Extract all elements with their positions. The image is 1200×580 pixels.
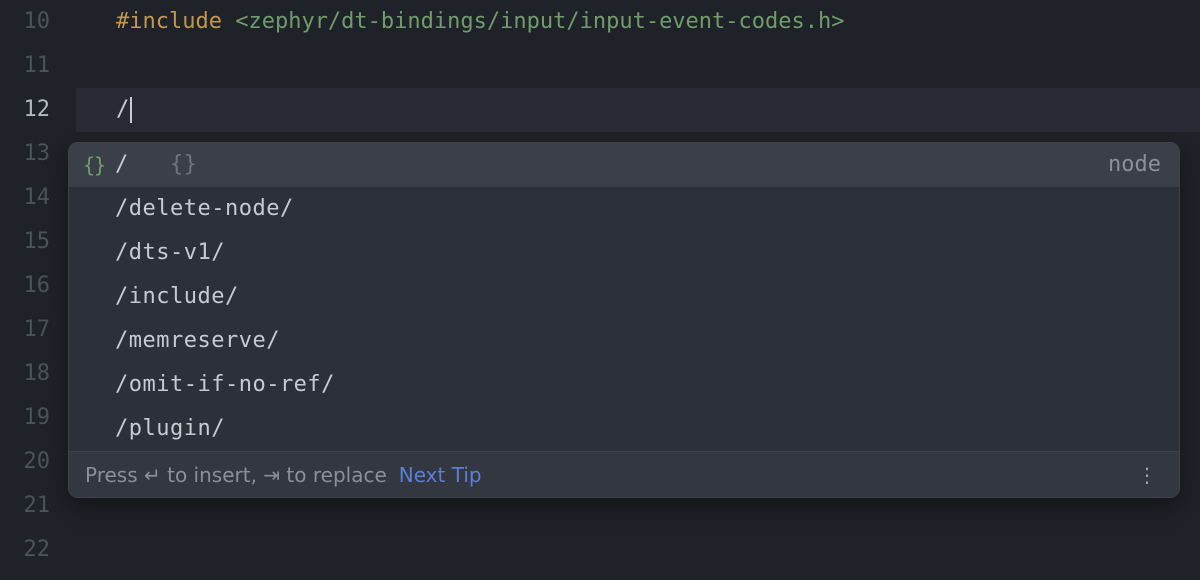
line-number: 21 <box>0 484 76 528</box>
token-include: #include <box>116 11 222 33</box>
hint-replace: to replace <box>280 465 387 485</box>
more-options-icon[interactable]: ⋮ <box>1131 461 1163 489</box>
hint-press: Press <box>85 465 144 485</box>
code-editor[interactable]: 10 11 12 13 14 15 16 17 18 19 20 21 22 .… <box>0 0 1200 580</box>
code-line-current[interactable]: / <box>116 88 132 132</box>
current-line-highlight <box>0 88 1200 132</box>
line-number: 12 <box>0 88 76 132</box>
autocomplete-item-kind: node <box>1108 154 1161 176</box>
typed-text: / <box>116 99 129 121</box>
line-number: 10 <box>0 0 76 44</box>
line-number: 16 <box>0 264 76 308</box>
line-number: 19 <box>0 396 76 440</box>
line-number: 22 <box>0 528 76 572</box>
code-line[interactable]: #include <zephyr/dt-bindings/input/input… <box>116 0 845 44</box>
enter-key-icon: ↵ <box>144 465 161 485</box>
line-number: 15 <box>0 220 76 264</box>
autocomplete-item[interactable]: /delete-node/ <box>69 187 1179 231</box>
autocomplete-item[interactable]: /plugin/ <box>69 407 1179 451</box>
hint-insert: to insert, <box>161 465 264 485</box>
autocomplete-item-label: /dts-v1/ <box>115 242 225 264</box>
autocomplete-item-label: /omit-if-no-ref/ <box>115 374 335 396</box>
autocomplete-item[interactable]: /memreserve/ <box>69 319 1179 363</box>
tab-key-icon: ⇥ <box>263 465 280 485</box>
autocomplete-item-label: /memreserve/ <box>115 330 280 352</box>
autocomplete-item-label: /delete-node/ <box>115 198 294 220</box>
next-tip-link[interactable]: Next Tip <box>399 465 482 485</box>
gutter: 10 11 12 13 14 15 16 17 18 19 20 21 22 <box>0 0 76 580</box>
autocomplete-item[interactable]: /include/ <box>69 275 1179 319</box>
node-icon: {} <box>83 155 115 175</box>
line-number: 13 <box>0 132 76 176</box>
autocomplete-item[interactable]: /omit-if-no-ref/ <box>69 363 1179 407</box>
autocomplete-item-selected[interactable]: {} / {} node <box>69 143 1179 187</box>
line-number: 17 <box>0 308 76 352</box>
line-number: 11 <box>0 44 76 88</box>
line-number: 18 <box>0 352 76 396</box>
autocomplete-item[interactable]: /dts-v1/ <box>69 231 1179 275</box>
token-space <box>222 11 235 33</box>
line-number: 14 <box>0 176 76 220</box>
autocomplete-footer: Press ↵ to insert, ⇥ to replace Next Tip… <box>69 451 1179 497</box>
autocomplete-item-label: / {} <box>115 154 198 176</box>
autocomplete-popup[interactable]: {} / {} node /delete-node/ /dts-v1/ /inc… <box>68 142 1180 498</box>
text-cursor <box>130 97 132 123</box>
line-number: 20 <box>0 440 76 484</box>
token-path: <zephyr/dt-bindings/input/input-event-co… <box>235 11 844 33</box>
autocomplete-item-label: /plugin/ <box>115 418 225 440</box>
autocomplete-item-label: /include/ <box>115 286 239 308</box>
